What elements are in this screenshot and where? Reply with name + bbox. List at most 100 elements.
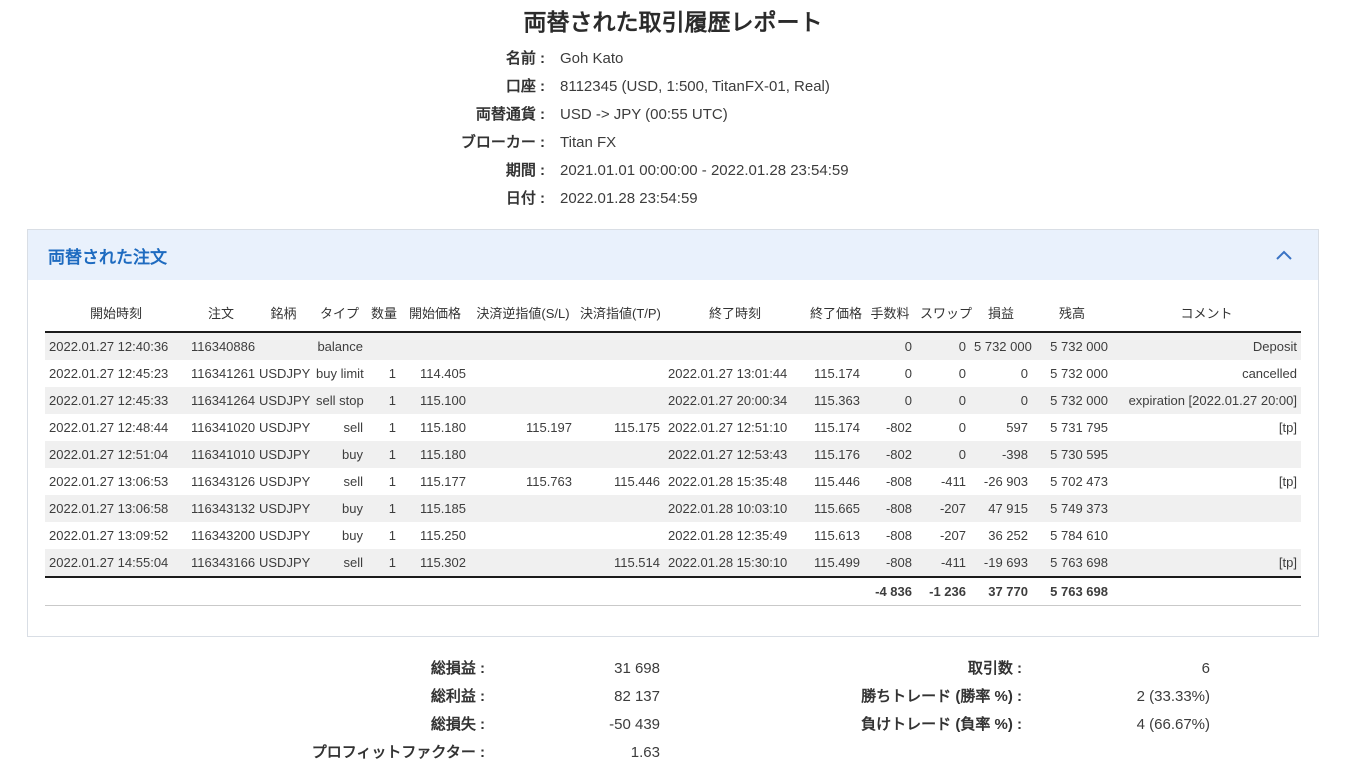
table-cell: 5 732 000 <box>1050 366 1108 381</box>
summary-label-profit-factor: プロフィットファクター : <box>311 744 485 761</box>
table-row: 2022.01.27 12:51:04 116341010 USDJPY buy 1 11… <box>45 441 1301 468</box>
info-label-name: 名前 : <box>505 50 545 67</box>
summary-value-winning-trades: 2 (33.33%) <box>1136 688 1210 705</box>
table-cell <box>1112 441 1301 468</box>
table-cell: 36 252 <box>988 528 1028 543</box>
table-cell: 47 915 <box>988 501 1028 516</box>
table-cell: 2022.01.27 13:01:44 <box>668 366 788 381</box>
table-cell: -19 693 <box>983 555 1028 570</box>
table-body: 2022.01.27 12:40:36 116340886 balance 0 0 5 7… <box>45 332 1301 577</box>
info-value-date: 2022.01.28 23:54:59 <box>560 190 698 207</box>
table-cell: cancelled <box>1242 366 1297 381</box>
table-cell: 0 <box>958 366 966 381</box>
summary-value-gross-profit: 82 137 <box>614 688 660 705</box>
table-cell <box>576 360 664 387</box>
table-cell: 5 732 000 <box>974 339 1032 354</box>
table-cell: 115.175 <box>613 420 660 435</box>
table-row: 2022.01.27 12:45:33 116341264 USDJPY sell s… <box>45 387 1301 414</box>
table-cell: 2022.01.27 12:51:04 <box>49 447 169 462</box>
table-row: 2022.01.27 12:48:44 116341020 USDJPY sell 1 1… <box>45 414 1301 441</box>
table-row: 2022.01.27 13:09:52 116343200 USDJPY buy 1 11… <box>45 522 1301 549</box>
table-cell: 116341261 <box>191 366 256 381</box>
table-cell <box>576 332 664 360</box>
column-header: 銘柄 <box>270 306 297 321</box>
table-cell: 5 731 795 <box>1050 420 1108 435</box>
table-cell: 115.499 <box>813 555 860 570</box>
table-cell: 2022.01.28 15:35:48 <box>668 474 788 489</box>
table-cell: 2022.01.27 13:09:52 <box>49 528 169 543</box>
table-cell <box>255 332 312 360</box>
table-cell: -207 <box>939 528 966 543</box>
table-cell: 2022.01.27 13:06:58 <box>49 501 169 516</box>
table-cell: 0 <box>904 393 912 408</box>
info-label-broker: ブローカー : <box>460 134 545 151</box>
table-cell: 0 <box>904 339 912 354</box>
table-cell: USDJPY <box>259 501 311 516</box>
table-cell: 2022.01.28 10:03:10 <box>668 501 788 516</box>
column-header: 終了価格 <box>810 306 863 321</box>
table-cell: 115.613 <box>813 528 860 543</box>
column-header: 残高 <box>1058 306 1085 321</box>
chevron-up-icon[interactable] <box>1275 250 1293 261</box>
table-cell: buy <box>342 447 363 462</box>
column-header: スワップ <box>920 306 973 321</box>
table-row: 2022.01.27 13:06:53 116343126 USDJPY sell 1 1… <box>45 468 1301 495</box>
converted-orders-panel: 両替された注文 開始時刻 注文 銘柄 タイプ 数量 開始価格 決済逆指値(S/L) 決済指値(… <box>27 229 1319 637</box>
table-cell <box>470 332 576 360</box>
summary-label-winning-trades: 勝ちトレード (勝率 %) : <box>861 688 1022 705</box>
table-row: 2022.01.27 13:06:58 116343132 USDJPY buy 1 11… <box>45 495 1301 522</box>
table-cell: -26 903 <box>983 474 1028 489</box>
table-cell: buy <box>342 528 363 543</box>
info-value-broker: Titan FX <box>560 134 617 151</box>
column-header: 開始時刻 <box>89 306 142 321</box>
table-cell <box>664 332 806 360</box>
table-cell: 1 <box>388 420 396 435</box>
summary-value-total-net-profit: 31 698 <box>614 660 660 677</box>
info-value-period: 2021.01.01 00:00:00 - 2022.01.28 23:54:5… <box>560 162 849 179</box>
table-cell: 5 732 000 <box>1050 393 1108 408</box>
table-cell: 2022.01.27 14:55:04 <box>49 555 169 570</box>
table-cell: 115.763 <box>525 474 572 489</box>
table-cell <box>806 332 864 360</box>
column-header: 注文 <box>207 306 234 321</box>
table-cell: 2022.01.27 20:00:34 <box>668 393 788 408</box>
table-cell: 0 <box>904 366 912 381</box>
table-cell: 115.250 <box>419 528 466 543</box>
table-cell: 115.197 <box>525 420 572 435</box>
info-label-date: 日付 : <box>505 190 545 207</box>
table-cell: 0 <box>958 447 966 462</box>
table-cell: 5 784 610 <box>1050 528 1108 543</box>
table-cell: 115.176 <box>813 447 860 462</box>
table-header-row: 開始時刻 注文 銘柄 タイプ 数量 開始価格 決済逆指値(S/L) 決済指値(T/P) 終了時刻… <box>45 294 1301 332</box>
table-cell <box>1112 495 1301 522</box>
column-header: 損益 <box>987 306 1014 321</box>
table-cell <box>367 332 400 360</box>
table-cell: expiration [2022.01.27 20:00] <box>1128 393 1297 408</box>
table-cell: 2022.01.27 12:48:44 <box>49 420 169 435</box>
table-cell: -802 <box>885 420 912 435</box>
table-cell: 2022.01.27 12:53:43 <box>668 447 788 462</box>
panel-title: 両替された注文 <box>48 247 167 267</box>
table-cell: 2022.01.27 13:06:53 <box>49 474 169 489</box>
table-cell: -398 <box>1001 447 1028 462</box>
table-cell: 5 749 373 <box>1050 501 1108 516</box>
table-cell <box>576 441 664 468</box>
table-cell: 5 732 000 <box>1050 339 1108 354</box>
orders-table-wrap: 開始時刻 注文 銘柄 タイプ 数量 開始価格 決済逆指値(S/L) 決済指値(T/P) 終了時刻… <box>28 280 1318 636</box>
table-cell: -411 <box>940 555 966 570</box>
summary-value-profit-factor: 1.63 <box>630 744 660 761</box>
table-cell: 0 <box>1020 366 1028 381</box>
info-value-name: Goh Kato <box>560 50 624 67</box>
column-header: 開始価格 <box>408 306 461 321</box>
info-label-period: 期間 : <box>505 162 545 179</box>
table-cell: 116341264 <box>191 393 256 408</box>
converted-orders-panel-header[interactable]: 両替された注文 <box>28 230 1318 280</box>
table-cell <box>400 332 470 360</box>
table-cell: 1 <box>388 555 396 570</box>
table-cell <box>470 387 576 414</box>
table-cell: 1 <box>388 366 396 381</box>
summary-value-gross-loss: -50 439 <box>609 716 660 733</box>
table-cell: 115.174 <box>813 366 860 381</box>
table-cell: -808 <box>885 528 912 543</box>
total-balance: 5 763 698 <box>1032 576 1112 606</box>
